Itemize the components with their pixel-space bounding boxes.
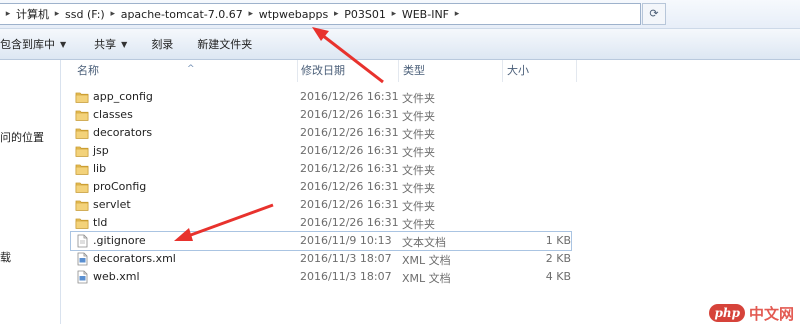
file-modified: 2016/12/26 16:31 — [300, 126, 399, 139]
file-modified: 2016/12/26 16:31 — [300, 108, 399, 121]
column-header-size[interactable]: 大小 — [501, 60, 577, 82]
file-row[interactable]: jsp 2016/12/26 16:31 文件夹 — [71, 142, 571, 160]
caret-down-icon: ▼ — [121, 39, 128, 49]
file-row[interactable]: proConfig 2016/12/26 16:31 文件夹 — [71, 178, 571, 196]
file-type: 文件夹 — [402, 110, 435, 123]
burn-button[interactable]: 刻录 — [141, 32, 183, 56]
file-name: web.xml — [93, 270, 140, 283]
file-modified: 2016/12/26 16:31 — [300, 90, 399, 103]
include-in-library-button[interactable]: 包含到库中 ▼ — [0, 32, 76, 56]
nav-item-downloads[interactable]: 载 — [0, 249, 11, 265]
file-name: decorators.xml — [93, 252, 176, 265]
file-type: 文件夹 — [402, 128, 435, 141]
file-modified: 2016/12/26 16:31 — [300, 198, 399, 211]
sort-ascending-icon: ^ — [187, 64, 195, 74]
xml-file-icon — [75, 252, 89, 266]
column-modified-label: 修改日期 — [301, 64, 345, 77]
file-type: 文件夹 — [402, 200, 435, 213]
file-modified: 2016/12/26 16:31 — [300, 162, 399, 175]
file-row[interactable]: lib 2016/12/26 16:31 文件夹 — [71, 160, 571, 178]
new-folder-button[interactable]: 新建文件夹 — [187, 32, 262, 56]
file-type: 文件夹 — [402, 182, 435, 195]
file-modified: 2016/12/26 16:31 — [300, 144, 399, 157]
folder-icon — [75, 162, 89, 176]
file-modified: 2016/11/9 10:13 — [300, 234, 392, 247]
column-type-label: 类型 — [403, 64, 425, 77]
file-modified: 2016/12/26 16:31 — [300, 216, 399, 229]
file-name: app_config — [93, 90, 153, 103]
file-name: lib — [93, 162, 107, 175]
navigation-pane: 问的位置 载 — [0, 60, 61, 324]
file-name: tld — [93, 216, 108, 229]
breadcrumb-wtpwebapps[interactable]: wtpwebapps — [259, 8, 328, 21]
nav-item-recent-places[interactable]: 问的位置 — [0, 129, 44, 145]
xml-file-icon — [75, 270, 89, 284]
text-file-icon — [75, 234, 89, 248]
folder-icon — [75, 108, 89, 122]
file-row[interactable]: classes 2016/12/26 16:31 文件夹 — [71, 106, 571, 124]
file-row[interactable]: decorators 2016/12/26 16:31 文件夹 — [71, 124, 571, 142]
breadcrumb-tomcat[interactable]: apache-tomcat-7.0.67 — [121, 8, 243, 21]
folder-icon — [75, 144, 89, 158]
file-row[interactable]: .gitignore 2016/11/9 10:13 文本文档 1 KB — [70, 231, 572, 251]
chevron-right-icon[interactable]: ▸ — [449, 9, 465, 19]
file-type: 文件夹 — [402, 218, 435, 231]
breadcrumb[interactable]: ▸ 计算机 ▸ ssd (F:) ▸ apache-tomcat-7.0.67 … — [0, 3, 641, 25]
chevron-right-icon[interactable]: ▸ — [328, 9, 344, 19]
new-folder-label: 新建文件夹 — [197, 38, 253, 51]
column-header-row: 名称 ^ 修改日期 类型 大小 — [61, 60, 800, 82]
column-header-modified[interactable]: 修改日期 — [295, 60, 399, 82]
file-name: classes — [93, 108, 133, 121]
file-size: 4 KB — [545, 270, 571, 283]
folder-icon — [75, 180, 89, 194]
file-size: 1 KB — [545, 234, 571, 247]
command-bar: 包含到库中 ▼ 共享 ▼ 刻录 新建文件夹 — [0, 29, 800, 60]
burn-label: 刻录 — [151, 38, 174, 51]
file-row[interactable]: decorators.xml 2016/11/3 18:07 XML 文档 2 KB — [71, 250, 571, 268]
file-row[interactable]: servlet 2016/12/26 16:31 文件夹 — [71, 196, 571, 214]
refresh-icon[interactable]: ⟳ — [642, 3, 666, 25]
file-name: jsp — [93, 144, 109, 157]
address-bar: ▸ 计算机 ▸ ssd (F:) ▸ apache-tomcat-7.0.67 … — [0, 0, 800, 29]
chevron-right-icon[interactable]: ▸ — [386, 9, 402, 19]
chevron-right-icon[interactable]: ▸ — [105, 9, 121, 19]
share-label: 共享 — [94, 38, 117, 51]
column-header-name[interactable]: 名称 ^ — [71, 60, 298, 82]
breadcrumb-project[interactable]: P03S01 — [344, 8, 386, 21]
breadcrumb-web-inf[interactable]: WEB-INF — [402, 8, 449, 21]
column-name-label: 名称 — [77, 64, 99, 77]
file-name: servlet — [93, 198, 131, 211]
file-type: 文本文档 — [402, 236, 446, 249]
file-row[interactable]: app_config 2016/12/26 16:31 文件夹 — [71, 88, 571, 106]
file-modified: 2016/12/26 16:31 — [300, 180, 399, 193]
chevron-right-icon[interactable]: ▸ — [0, 9, 16, 19]
file-modified: 2016/11/3 18:07 — [300, 252, 392, 265]
file-size: 2 KB — [545, 252, 571, 265]
file-name: decorators — [93, 126, 153, 139]
share-button[interactable]: 共享 ▼ — [84, 32, 137, 56]
breadcrumb-drive[interactable]: ssd (F:) — [65, 8, 105, 21]
file-type: XML 文档 — [402, 272, 451, 285]
folder-icon — [75, 90, 89, 104]
chevron-right-icon[interactable]: ▸ — [243, 9, 259, 19]
file-modified: 2016/11/3 18:07 — [300, 270, 392, 283]
file-type: 文件夹 — [402, 146, 435, 159]
column-header-type[interactable]: 类型 — [397, 60, 503, 82]
file-name: .gitignore — [93, 234, 146, 247]
folder-icon — [75, 198, 89, 212]
file-row[interactable]: web.xml 2016/11/3 18:07 XML 文档 4 KB — [71, 268, 571, 286]
chevron-right-icon[interactable]: ▸ — [49, 9, 65, 19]
folder-icon — [75, 216, 89, 230]
column-size-label: 大小 — [507, 64, 529, 77]
caret-down-icon: ▼ — [60, 39, 67, 49]
breadcrumb-computer[interactable]: 计算机 — [16, 6, 49, 22]
include-in-library-label: 包含到库中 — [0, 38, 55, 51]
file-type: 文件夹 — [402, 92, 435, 105]
file-name: proConfig — [93, 180, 147, 193]
file-type: XML 文档 — [402, 254, 451, 267]
folder-icon — [75, 126, 89, 140]
file-type: 文件夹 — [402, 164, 435, 177]
file-row[interactable]: tld 2016/12/26 16:31 文件夹 — [71, 214, 571, 232]
file-list: 名称 ^ 修改日期 类型 大小 app_config 2016/12/26 16:… — [61, 60, 800, 324]
